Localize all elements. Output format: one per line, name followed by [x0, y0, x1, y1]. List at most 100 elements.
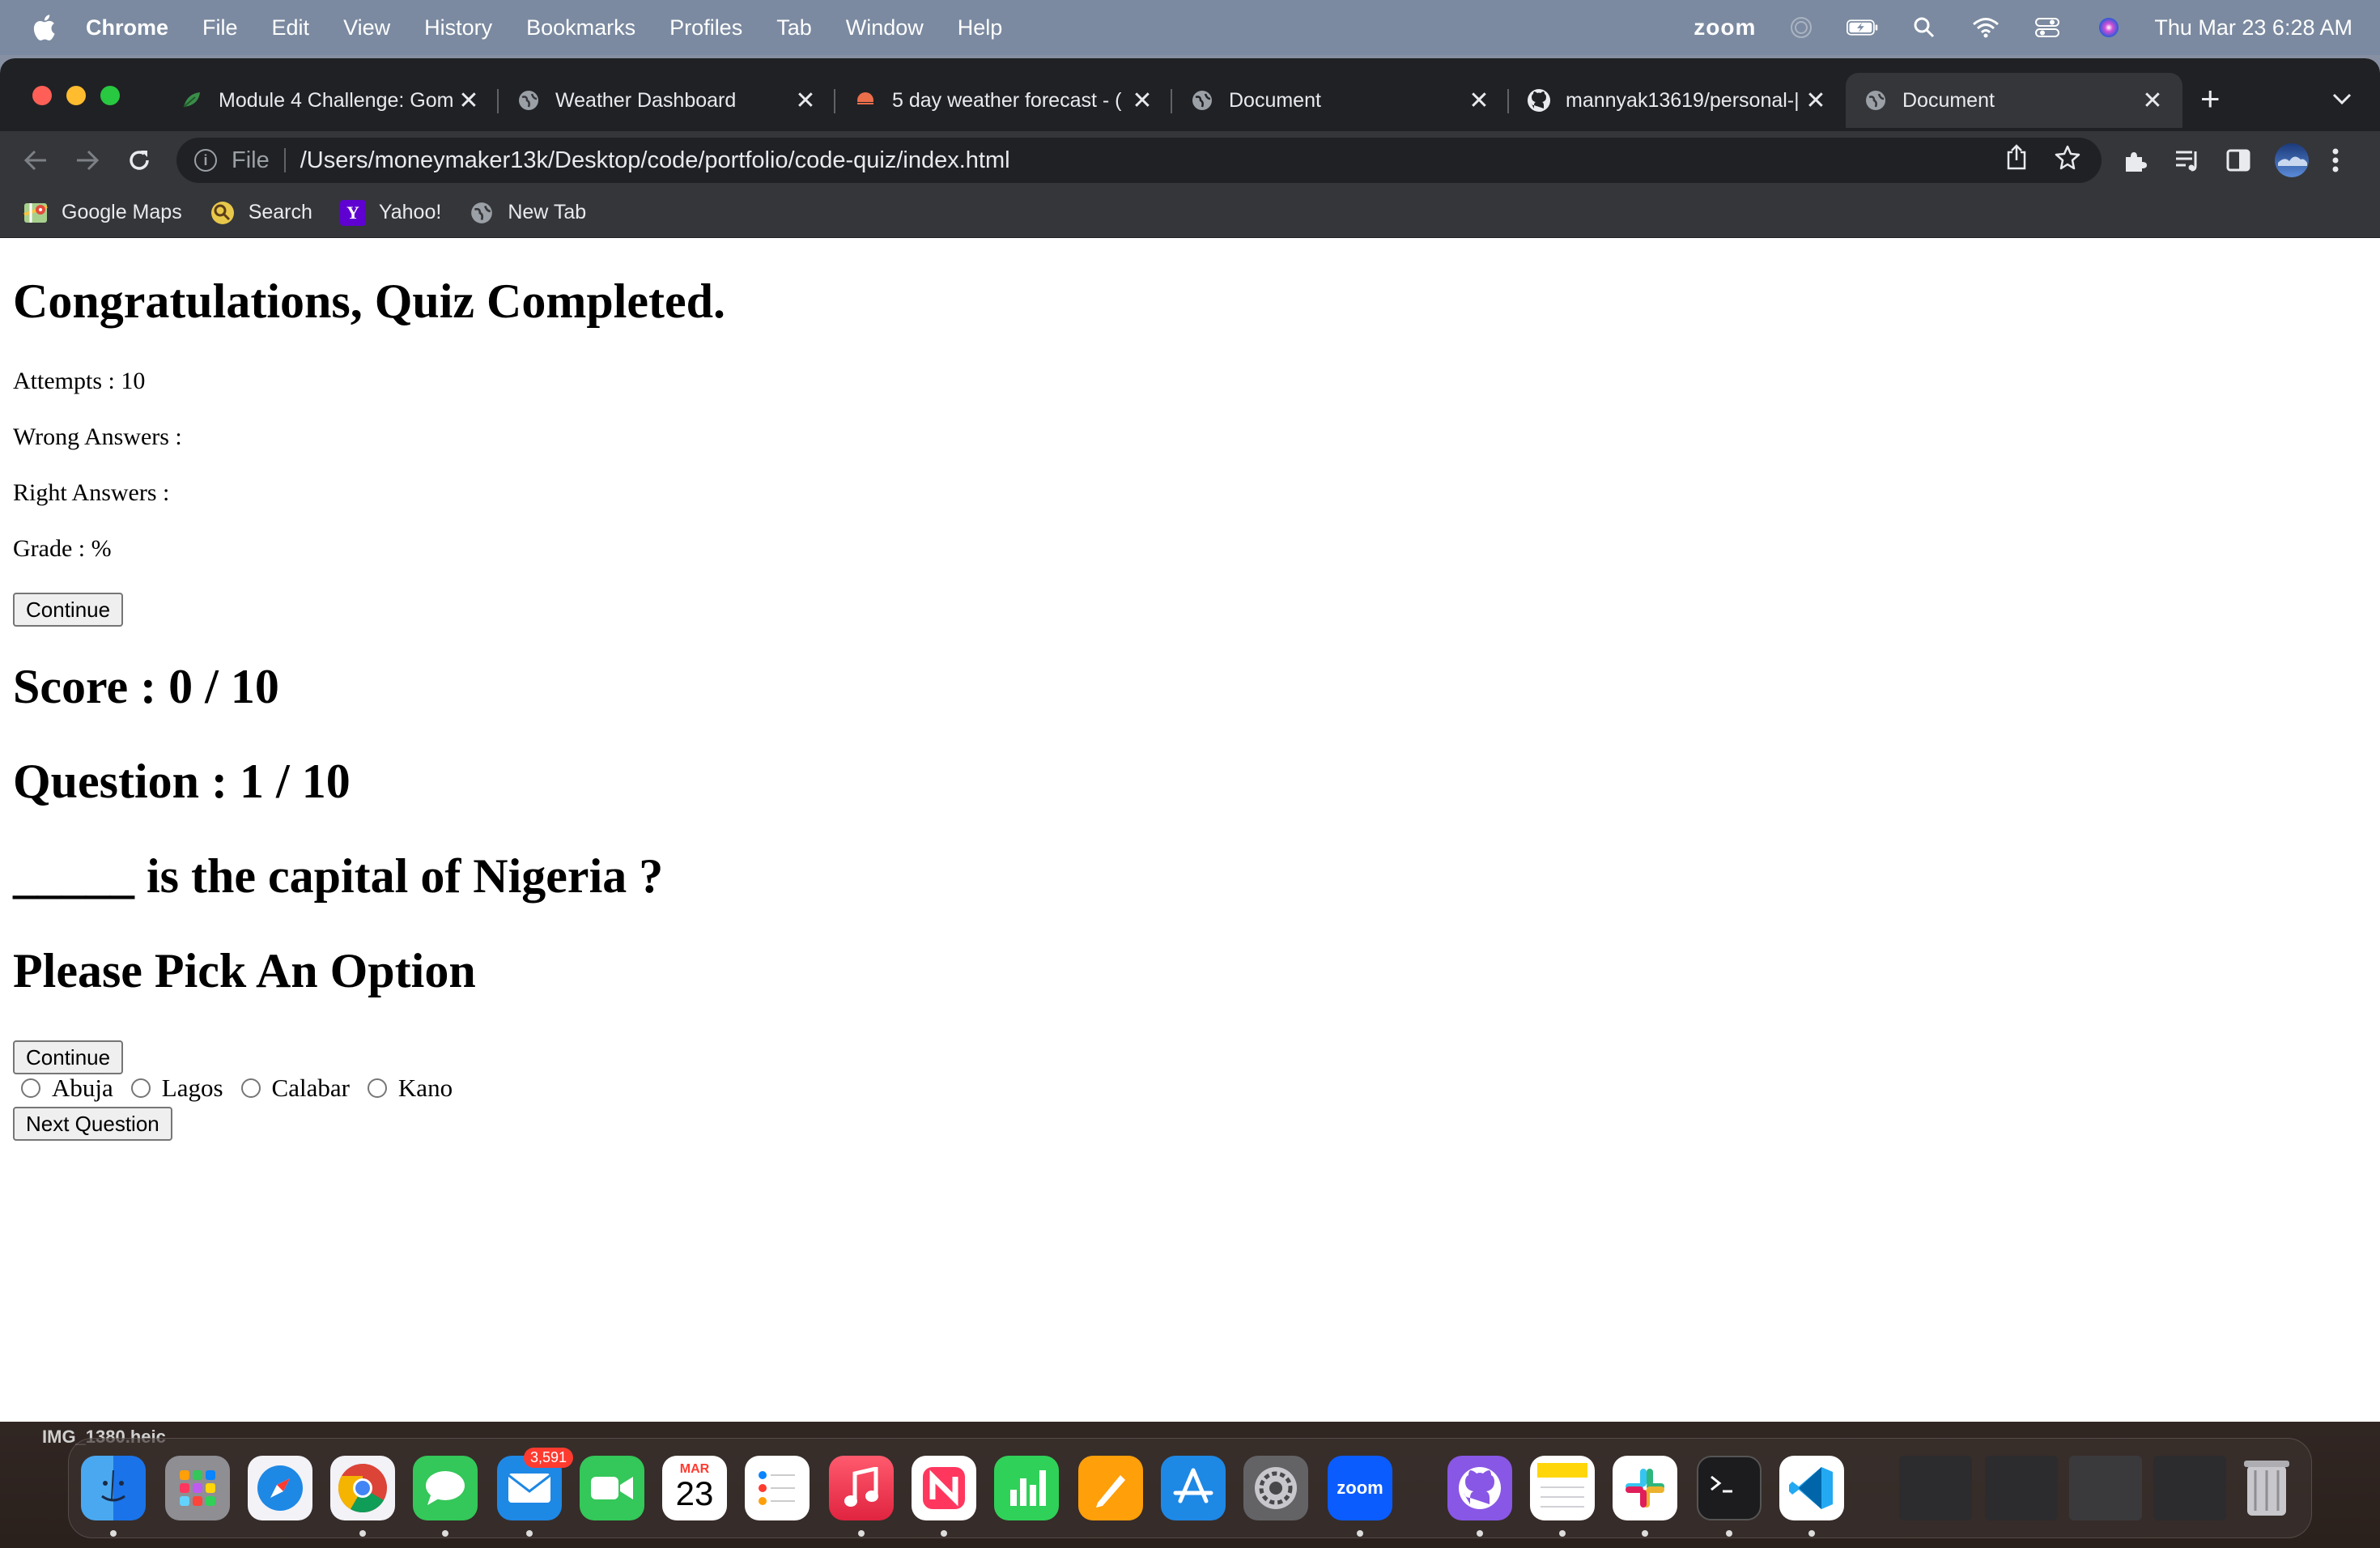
spotlight-search-icon[interactable] — [1908, 16, 1940, 39]
recent-window-thumbnail[interactable] — [2069, 1456, 2142, 1520]
url-text[interactable]: /Users/moneymaker13k/Desktop/code/portfo… — [300, 147, 1010, 174]
close-tab-icon[interactable]: ✕ — [1130, 87, 1154, 115]
recent-window-thumbnail[interactable] — [1985, 1456, 2058, 1520]
window-controls — [32, 86, 120, 105]
radio-button[interactable] — [367, 1078, 387, 1098]
tab-module-4-challenge[interactable]: Module 4 Challenge: Gom ✕ — [162, 73, 499, 128]
completion-heading: Congratulations, Quiz Completed. — [13, 274, 726, 328]
bookmark-google-maps[interactable]: Google Maps — [23, 200, 182, 226]
address-bar[interactable]: i File /Users/moneymaker13k/Desktop/code… — [176, 138, 2102, 183]
siri-icon[interactable] — [2093, 16, 2125, 39]
app-store-icon[interactable] — [1161, 1456, 1226, 1520]
next-question-button[interactable]: Next Question — [13, 1107, 172, 1141]
reminders-icon[interactable] — [745, 1456, 810, 1520]
tab-github-repo[interactable]: mannyak13619/personal-| ✕ — [1509, 73, 1846, 128]
numbers-icon[interactable] — [994, 1456, 1059, 1520]
control-center-icon[interactable] — [2031, 16, 2063, 39]
vscode-icon[interactable] — [1779, 1456, 1844, 1520]
menu-profiles[interactable]: Profiles — [669, 15, 742, 40]
tab-search-chevron-icon[interactable] — [2331, 86, 2352, 111]
pages-icon[interactable] — [1078, 1456, 1143, 1520]
forward-arrow-icon[interactable] — [70, 142, 105, 178]
reload-icon[interactable] — [121, 142, 157, 178]
radio-button[interactable] — [240, 1078, 261, 1098]
menu-file[interactable]: File — [202, 15, 238, 40]
tab-weather-dashboard[interactable]: Weather Dashboard ✕ — [499, 73, 835, 128]
tab-5-day-forecast[interactable]: 5 day weather forecast - ( ✕ — [835, 73, 1172, 128]
apple-icon[interactable] — [31, 14, 57, 41]
notes-icon[interactable] — [1530, 1456, 1595, 1520]
close-tab-icon[interactable]: ✕ — [1804, 87, 1828, 115]
right-answers-text: Right Answers : — [13, 479, 170, 506]
option-abuja[interactable]: Abuja — [15, 1074, 113, 1103]
tab-document-active[interactable]: Document ✕ — [1846, 73, 2182, 128]
github-desktop-icon[interactable] — [1447, 1456, 1512, 1520]
back-arrow-icon[interactable] — [18, 142, 53, 178]
profile-avatar[interactable] — [2273, 142, 2310, 178]
system-settings-icon[interactable] — [1243, 1456, 1308, 1520]
chrome-menu-icon[interactable] — [2331, 142, 2340, 178]
wifi-icon[interactable] — [1970, 16, 2002, 39]
tab-document-1[interactable]: Document ✕ — [1172, 73, 1509, 128]
mail-icon[interactable]: 3,591 — [497, 1448, 573, 1520]
zoom-app-icon[interactable]: zoom — [1328, 1456, 1392, 1520]
airdrop-icon[interactable] — [1785, 16, 1817, 39]
finder-icon[interactable] — [81, 1456, 146, 1520]
bookmark-yahoo[interactable]: Y Yahoo! — [339, 199, 441, 226]
menu-view[interactable]: View — [343, 15, 390, 40]
menu-edit[interactable]: Edit — [272, 15, 310, 40]
close-tab-icon[interactable]: ✕ — [2140, 87, 2165, 115]
close-window-button[interactable] — [32, 86, 52, 105]
tab-title: Module 4 Challenge: Gom — [219, 88, 454, 112]
music-icon[interactable] — [829, 1456, 894, 1520]
trash-icon[interactable] — [2234, 1456, 2299, 1520]
new-tab-button[interactable]: + — [2200, 82, 2221, 116]
minimize-window-button[interactable] — [66, 86, 86, 105]
clock-datetime[interactable]: Thu Mar 23 6:28 AM — [2154, 15, 2352, 40]
globe-icon — [469, 200, 495, 226]
slack-icon[interactable] — [1613, 1456, 1677, 1520]
menu-app-name[interactable]: Chrome — [86, 15, 168, 40]
menu-history[interactable]: History — [424, 15, 492, 40]
facetime-icon[interactable] — [580, 1456, 644, 1520]
chrome-icon[interactable] — [330, 1456, 395, 1520]
zoom-window-button[interactable] — [100, 86, 120, 105]
continue-button[interactable]: Continue — [13, 593, 124, 627]
bookmark-star-icon[interactable] — [2055, 144, 2080, 176]
menu-bar: Chrome File Edit View History Bookmarks … — [0, 0, 2380, 55]
close-tab-icon[interactable]: ✕ — [793, 87, 818, 115]
battery-icon[interactable] — [1847, 16, 1879, 39]
safari-icon[interactable] — [248, 1456, 312, 1520]
extensions-puzzle-icon[interactable] — [2123, 142, 2148, 178]
launchpad-icon[interactable] — [165, 1456, 230, 1520]
zoom-status-label[interactable]: zoom — [1694, 15, 1756, 40]
recent-window-thumbnail[interactable] — [2153, 1456, 2226, 1520]
menu-help[interactable]: Help — [958, 15, 1003, 40]
terminal-icon[interactable] — [1697, 1456, 1762, 1520]
messages-icon[interactable] — [413, 1456, 478, 1520]
continue-button-2[interactable]: Continue — [13, 1040, 124, 1074]
option-calabar[interactable]: Calabar — [235, 1074, 350, 1103]
running-indicator — [858, 1530, 865, 1537]
news-icon[interactable] — [912, 1456, 976, 1520]
reading-list-icon[interactable] — [2174, 142, 2202, 178]
leaf-icon — [180, 88, 204, 113]
option-lagos[interactable]: Lagos — [125, 1074, 223, 1103]
radio-button[interactable] — [130, 1078, 151, 1098]
option-kano[interactable]: Kano — [361, 1074, 453, 1103]
site-info-icon[interactable]: i — [194, 149, 217, 172]
menu-bookmarks[interactable]: Bookmarks — [526, 15, 635, 40]
share-icon[interactable] — [2006, 144, 2027, 176]
calendar-icon[interactable]: MAR 23 — [662, 1456, 727, 1520]
bookmark-new-tab[interactable]: New Tab — [469, 200, 586, 226]
recent-window-thumbnail[interactable] — [1899, 1456, 1972, 1520]
radio-button[interactable] — [21, 1078, 40, 1098]
close-tab-icon[interactable]: ✕ — [1467, 87, 1491, 115]
menu-tab[interactable]: Tab — [776, 15, 812, 40]
bookmark-search[interactable]: Search — [210, 200, 312, 226]
github-icon — [1527, 88, 1551, 113]
running-indicator — [941, 1530, 947, 1537]
side-panel-icon[interactable] — [2226, 142, 2250, 178]
menu-window[interactable]: Window — [846, 15, 924, 40]
close-tab-icon[interactable]: ✕ — [457, 87, 481, 115]
